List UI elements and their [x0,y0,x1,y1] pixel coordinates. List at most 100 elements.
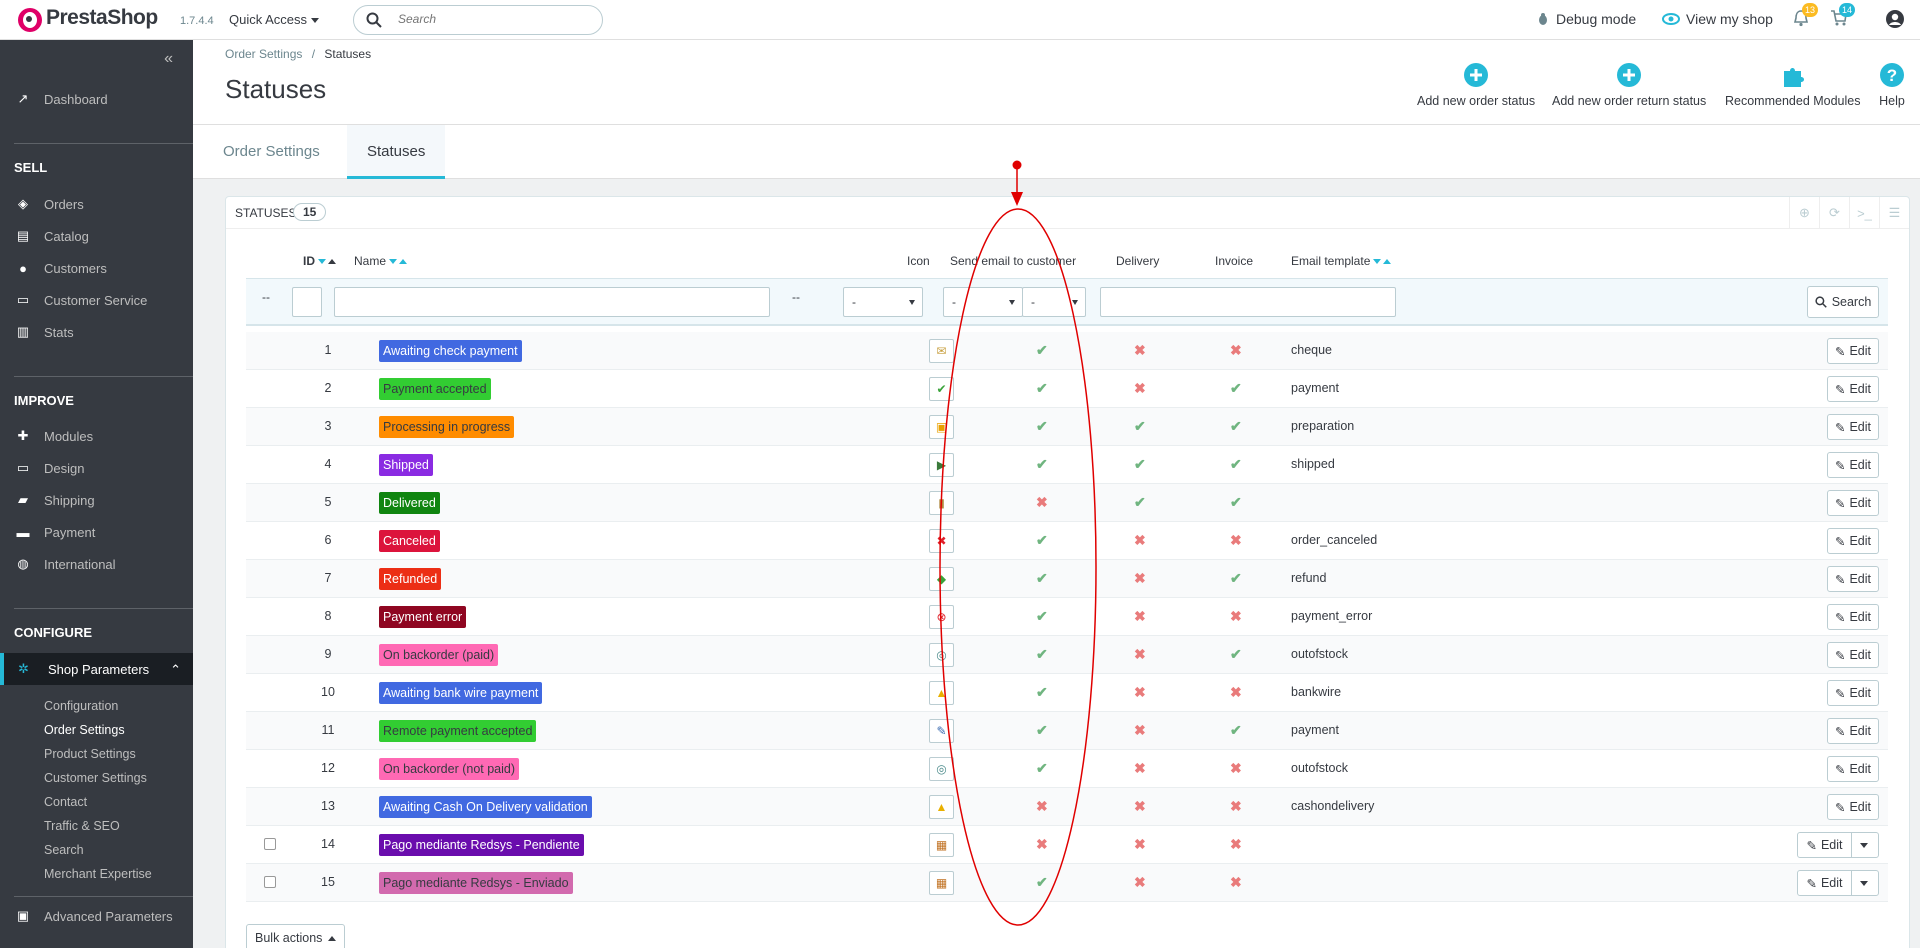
check-icon[interactable]: ✔ [1036,342,1048,359]
sort-asc-icon[interactable] [1383,259,1392,265]
cross-icon[interactable]: ✖ [1036,494,1048,511]
search-input[interactable] [398,12,588,26]
edit-button[interactable]: ✎ Edit [1827,490,1879,516]
sidebar-item-catalog[interactable]: ▤ Catalog [0,221,193,251]
edit-button[interactable]: ✎ Edit [1827,718,1879,744]
table-row[interactable]: 13 Awaiting Cash On Delivery validation ▲ ✖… [246,788,1888,826]
edit-button[interactable]: ✎ Edit [1827,566,1879,592]
check-icon[interactable]: ✔ [1036,456,1048,473]
edit-split-button[interactable]: ✎ Edit [1797,870,1879,896]
check-icon[interactable]: ✔ [1036,532,1048,549]
check-icon[interactable]: ✔ [1036,684,1048,701]
table-row[interactable]: 3 Processing in progress ▣ ✔ ✔ ✔ preparation ✎ E… [246,408,1888,446]
refresh-icon[interactable]: ⟳ [1819,197,1849,229]
submenu-merchant-expertise[interactable]: Merchant Expertise [44,867,152,881]
prestashop-logo-icon[interactable] [18,8,42,32]
column-header-id[interactable]: ID [303,254,336,268]
edit-button[interactable]: ✎ Edit [1827,376,1879,402]
status-name-badge[interactable]: On backorder (not paid) [379,758,520,780]
filter-id-input[interactable] [292,287,322,317]
brand-name[interactable]: PrestaShop [46,6,158,30]
table-row[interactable]: 1 Awaiting check payment ✉ ✔ ✖ ✖ cheque ✎ Edit [246,332,1888,370]
sidebar-item-design[interactable]: ▭ Design [0,453,193,483]
status-name-badge[interactable]: On backorder (paid) [379,644,499,666]
cross-icon[interactable]: ✖ [1230,608,1242,625]
cross-icon[interactable]: ✖ [1134,380,1146,397]
status-name-badge[interactable]: Awaiting check payment [379,340,522,362]
status-name-badge[interactable]: Pago mediante Redsys - Enviado [379,872,573,894]
table-row[interactable]: 6 Canceled ✖ ✔ ✖ ✖ order_canceled ✎ Edit [246,522,1888,560]
cross-icon[interactable]: ✖ [1036,836,1048,853]
edit-button[interactable]: ✎ Edit [1827,756,1879,782]
check-icon[interactable]: ✔ [1230,722,1242,739]
sort-desc-icon[interactable] [1373,259,1382,265]
help-button[interactable]: ? Help [1879,62,1905,108]
tab-statuses[interactable]: Statuses [347,125,446,179]
edit-button[interactable]: ✎ Edit [1827,604,1879,630]
check-icon[interactable]: ✔ [1036,722,1048,739]
status-name-badge[interactable]: Awaiting Cash On Delivery validation [379,796,592,818]
caret-down-icon[interactable] [1860,881,1868,886]
row-checkbox[interactable] [264,876,276,888]
table-row[interactable]: 12 On backorder (not paid) ◎ ✔ ✖ ✖ outofstock ✎… [246,750,1888,788]
check-icon[interactable]: ✔ [1036,874,1048,891]
sidebar-item-customers[interactable]: ● Customers [0,253,193,283]
status-name-badge[interactable]: Shipped [379,454,433,476]
sidebar-item-advanced-parameters[interactable]: ▣ Advanced Parameters [0,901,193,931]
table-row[interactable]: 5 Delivered ▮ ✖ ✔ ✔ ✎ Edit [246,484,1888,522]
status-name-badge[interactable]: Payment accepted [379,378,491,400]
check-icon[interactable]: ✔ [1036,608,1048,625]
tab-order-settings[interactable]: Order Settings [203,125,340,179]
filter-template-input[interactable] [1100,287,1396,317]
recommended-modules-button[interactable]: Recommended Modules [1725,62,1861,108]
search-button[interactable]: Search [1807,286,1879,318]
check-icon[interactable]: ✔ [1230,456,1242,473]
edit-button[interactable]: ✎ Edit [1827,414,1879,440]
cross-icon[interactable]: ✖ [1230,532,1242,549]
sidebar-item-modules[interactable]: ✚ Modules [0,421,193,451]
add-order-status-button[interactable]: Add new order status [1417,62,1535,108]
submenu-contact[interactable]: Contact [44,795,87,809]
filter-invoice-select[interactable]: - [1022,287,1086,317]
sidebar-item-shipping[interactable]: ▰ Shipping [0,485,193,515]
cross-icon[interactable]: ✖ [1134,646,1146,663]
cross-icon[interactable]: ✖ [1134,608,1146,625]
cross-icon[interactable]: ✖ [1134,532,1146,549]
cross-icon[interactable]: ✖ [1230,760,1242,777]
edit-button[interactable]: ✎ Edit [1827,642,1879,668]
submenu-order-settings[interactable]: Order Settings [44,723,125,737]
search-box[interactable] [353,5,603,35]
debug-mode-link[interactable]: Debug mode [1536,11,1636,27]
submenu-configuration[interactable]: Configuration [44,699,118,713]
cross-icon[interactable]: ✖ [1036,798,1048,815]
filter-name-input[interactable] [334,287,770,317]
table-row[interactable]: 2 Payment accepted ✔ ✔ ✖ ✔ payment ✎ Edit [246,370,1888,408]
check-icon[interactable]: ✔ [1230,570,1242,587]
status-name-badge[interactable]: Remote payment accepted [379,720,537,742]
edit-button[interactable]: ✎ Edit [1798,833,1852,857]
database-icon[interactable]: ☰ [1879,197,1909,229]
check-icon[interactable]: ✔ [1036,760,1048,777]
caret-down-icon[interactable] [1860,843,1868,848]
table-row[interactable]: 7 Refunded ◆ ✔ ✖ ✔ refund ✎ Edit [246,560,1888,598]
submenu-product-settings[interactable]: Product Settings [44,747,136,761]
add-icon[interactable]: ⊕ [1789,197,1819,229]
check-icon[interactable]: ✔ [1134,418,1146,435]
sort-asc-icon[interactable] [399,259,408,265]
sidebar-item-dashboard[interactable]: ↗ Dashboard [0,84,193,114]
cross-icon[interactable]: ✖ [1134,874,1146,891]
cross-icon[interactable]: ✖ [1230,836,1242,853]
cross-icon[interactable]: ✖ [1230,798,1242,815]
quick-access-dropdown[interactable]: Quick Access [229,12,320,27]
cross-icon[interactable]: ✖ [1230,684,1242,701]
table-row[interactable]: 15 Pago mediante Redsys - Enviado ▦ ✔ ✖ ✖ ✎ Edi… [246,864,1888,902]
cross-icon[interactable]: ✖ [1134,684,1146,701]
edit-button[interactable]: ✎ Edit [1827,452,1879,478]
filter-send-email-select[interactable]: - [843,287,923,317]
status-name-badge[interactable]: Delivered [379,492,440,514]
check-icon[interactable]: ✔ [1036,646,1048,663]
notifications-button[interactable]: 13 [1793,3,1819,30]
check-icon[interactable]: ✔ [1036,380,1048,397]
table-row[interactable]: 9 On backorder (paid) ◎ ✔ ✖ ✔ outofstock ✎ Edit [246,636,1888,674]
check-icon[interactable]: ✔ [1036,570,1048,587]
